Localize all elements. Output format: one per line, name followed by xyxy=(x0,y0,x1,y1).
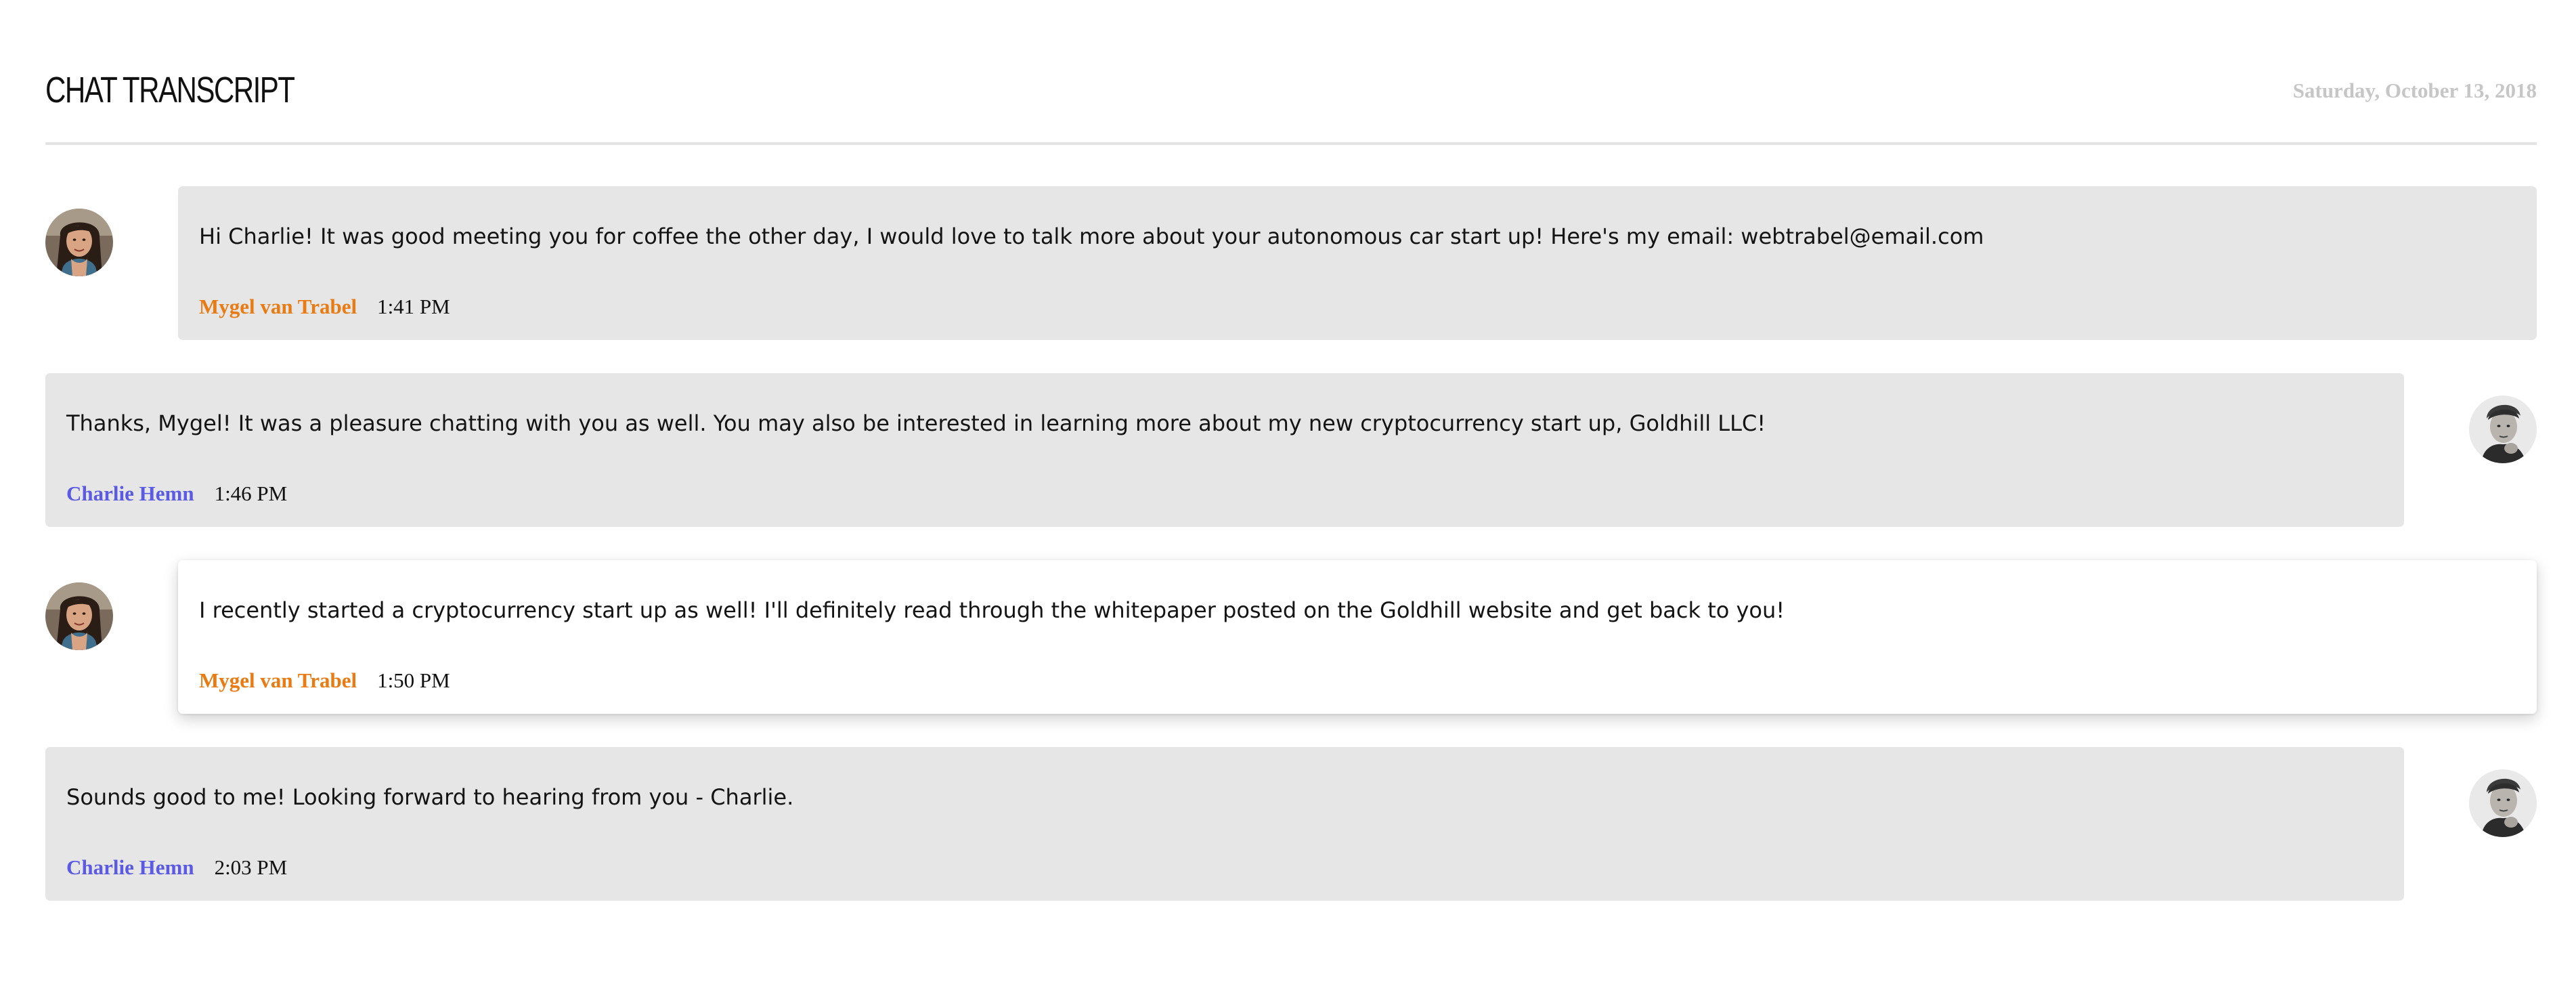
message-bubble: Hi Charlie! It was good meeting you for … xyxy=(178,186,2537,340)
charlie-avatar xyxy=(2469,769,2537,837)
man-portrait-icon xyxy=(2469,396,2537,463)
message-meta: Charlie Hemn 2:03 PM xyxy=(66,854,287,884)
chat-message-3: I recently started a cryptocurrency star… xyxy=(0,560,2576,714)
message-time: 1:50 PM xyxy=(377,668,450,692)
message-text: Sounds good to me! Looking forward to he… xyxy=(66,784,794,810)
message-text: Thanks, Mygel! It was a pleasure chattin… xyxy=(66,410,1766,436)
woman-portrait-icon xyxy=(45,582,113,650)
charlie-avatar xyxy=(2469,396,2537,463)
transcript-date: Saturday, October 13, 2018 xyxy=(2292,79,2537,102)
message-bubble-highlighted: I recently started a cryptocurrency star… xyxy=(178,560,2537,714)
message-meta: Mygel van Trabel 1:41 PM xyxy=(199,293,450,324)
message-bubble: Thanks, Mygel! It was a pleasure chattin… xyxy=(45,373,2404,527)
chat-message-4: Sounds good to me! Looking forward to he… xyxy=(0,747,2576,901)
mygel-avatar xyxy=(45,582,113,650)
chat-message-1: Hi Charlie! It was good meeting you for … xyxy=(0,186,2576,340)
sender-name: Charlie Hemn xyxy=(66,482,194,505)
message-time: 1:41 PM xyxy=(377,295,450,318)
sender-name: Charlie Hemn xyxy=(66,855,194,879)
woman-portrait-icon xyxy=(45,209,113,276)
transcript-header: CHAT TRANSCRIPT Saturday, October 13, 20… xyxy=(45,66,2537,145)
message-bubble: Sounds good to me! Looking forward to he… xyxy=(45,747,2404,901)
message-time: 2:03 PM xyxy=(214,855,288,879)
page-title: CHAT TRANSCRIPT xyxy=(45,70,295,110)
sender-name: Mygel van Trabel xyxy=(199,668,357,692)
message-text: Hi Charlie! It was good meeting you for … xyxy=(199,223,1984,249)
message-meta: Charlie Hemn 1:46 PM xyxy=(66,480,287,511)
chat-message-2: Thanks, Mygel! It was a pleasure chattin… xyxy=(0,373,2576,527)
man-portrait-icon xyxy=(2469,769,2537,837)
mygel-avatar xyxy=(45,209,113,276)
message-meta: Mygel van Trabel 1:50 PM xyxy=(199,667,450,698)
sender-name: Mygel van Trabel xyxy=(199,295,357,318)
message-text: I recently started a cryptocurrency star… xyxy=(199,597,1785,623)
message-time: 1:46 PM xyxy=(214,482,288,505)
